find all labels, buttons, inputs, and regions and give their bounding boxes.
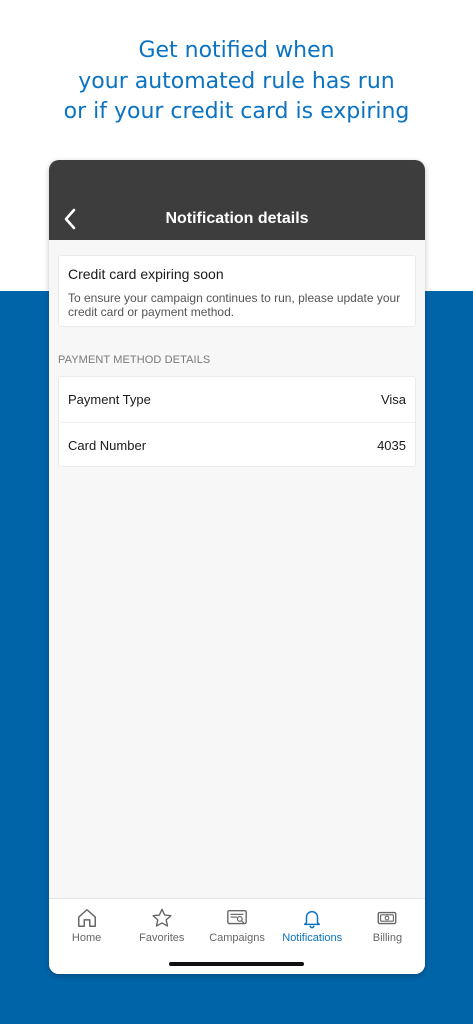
detail-value: 4035: [377, 437, 406, 453]
home-indicator: [169, 962, 304, 966]
page-title: Notification details: [165, 210, 309, 227]
notification-card: Credit card expiring soon To ensure your…: [58, 255, 416, 327]
headline-line-2: your automated rule has run: [78, 68, 395, 94]
tab-label: Notifications: [282, 932, 343, 944]
tab-label: Billing: [372, 932, 403, 944]
navigation-bar: Notification details: [49, 160, 425, 240]
headline-line-1: Get notified when: [138, 38, 335, 63]
tab-home[interactable]: Home: [49, 899, 124, 974]
notification-title: Credit card expiring soon: [68, 266, 224, 282]
campaigns-icon: [227, 909, 247, 925]
detail-value: Visa: [380, 392, 406, 407]
notification-body: To ensure your campaign continues to run…: [68, 291, 401, 319]
detail-row-payment-type: Payment Type Visa: [59, 377, 415, 422]
bell-icon: [304, 910, 321, 929]
detail-row-card-number: Card Number 4035: [59, 422, 415, 467]
marketing-headline: Get notified when your automated rule ha…: [0, 36, 473, 128]
tab-billing[interactable]: Billing: [350, 899, 425, 974]
headline-line-3: or if your credit card is expiring: [63, 99, 410, 124]
phone-screen: Notification details Credit card expirin…: [49, 160, 425, 974]
detail-label: Card Number: [68, 437, 147, 453]
tab-label: Favorites: [139, 932, 185, 944]
payment-details-list: Payment Type Visa Card Number 4035: [58, 376, 416, 467]
home-icon: [77, 909, 96, 927]
section-header-payment-details: PAYMENT METHOD DETAILS: [58, 354, 211, 366]
app-store-screenshot: Get notified when your automated rule ha…: [0, 0, 473, 1024]
tab-label: Home: [71, 932, 102, 944]
tab-label: Campaigns: [209, 932, 265, 944]
star-icon: [152, 908, 172, 927]
billing-icon: [378, 911, 397, 925]
detail-label: Payment Type: [68, 392, 151, 407]
